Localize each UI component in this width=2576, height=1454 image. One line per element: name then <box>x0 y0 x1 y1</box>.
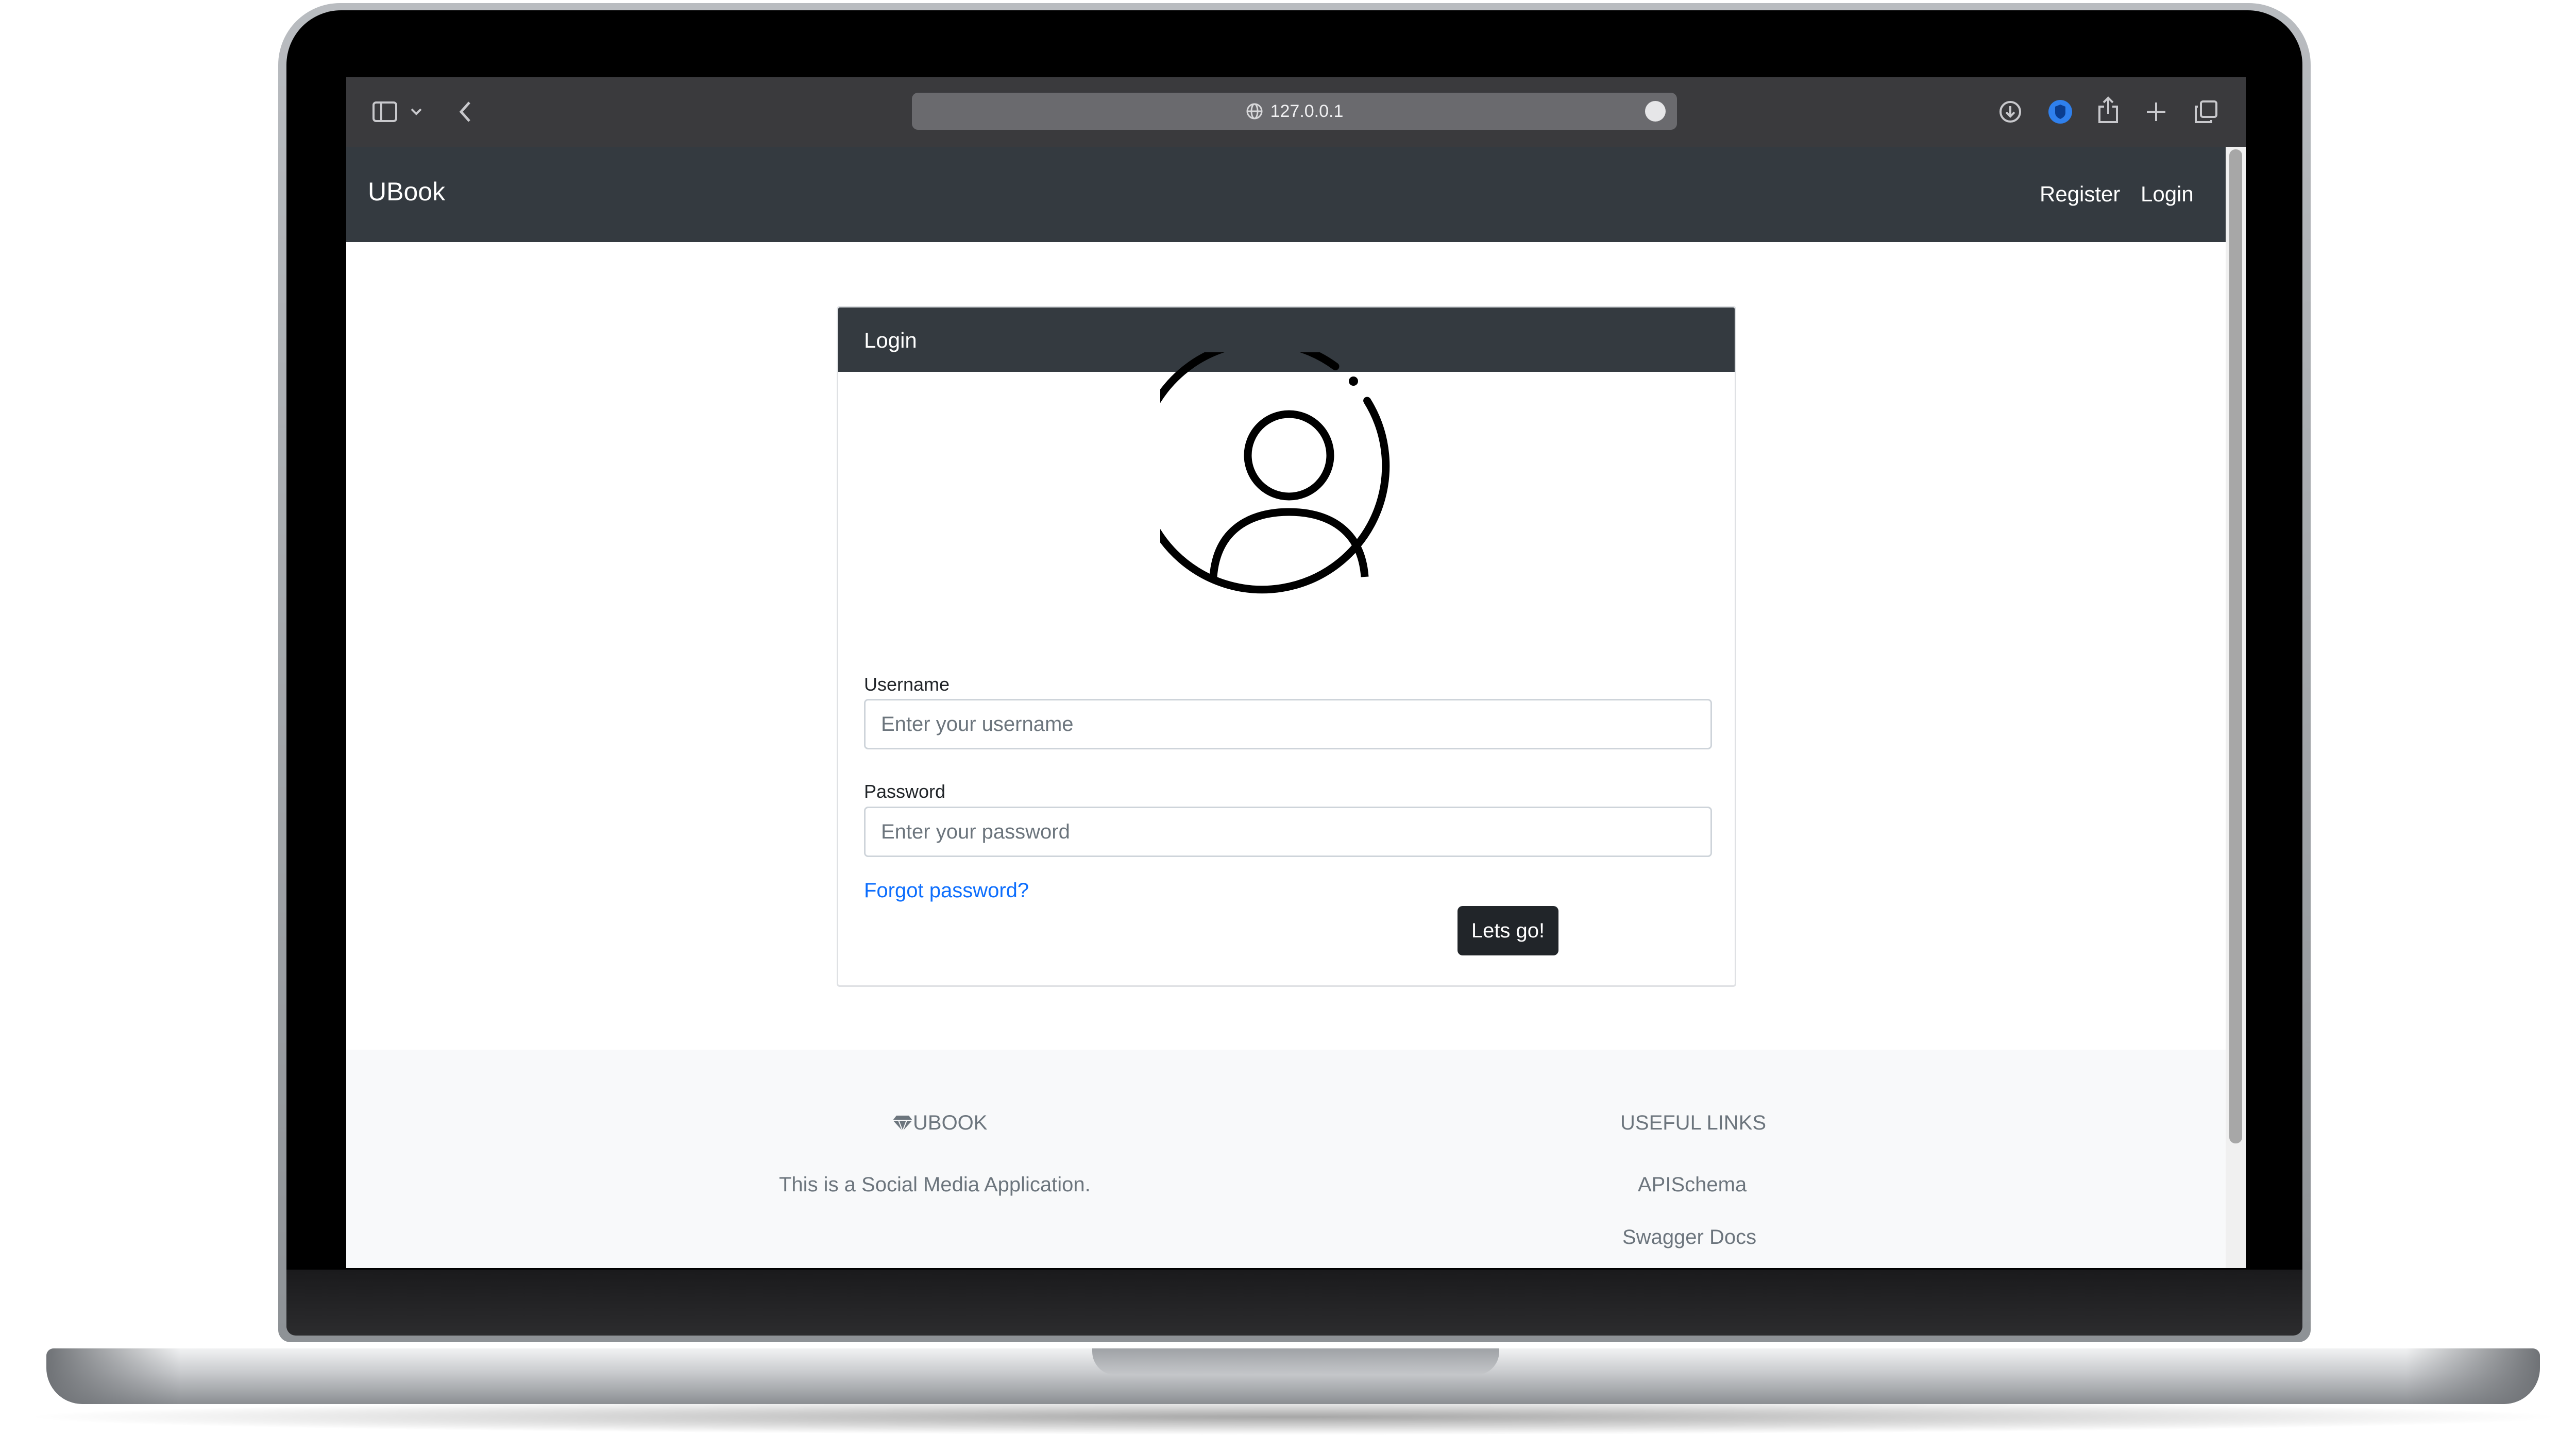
more-options-icon[interactable] <box>1645 101 1666 122</box>
footer-description: This is a Social Media Application. <box>779 1173 1091 1196</box>
navbar-brand[interactable]: UBook <box>368 177 445 207</box>
app-navbar: UBook Register Login <box>346 147 2226 242</box>
tab-overview-icon[interactable] <box>2193 99 2219 125</box>
footer-link-apischema[interactable]: APISchema <box>1638 1173 1747 1196</box>
download-icon[interactable] <box>1997 99 2023 125</box>
laptop-notch <box>1092 1348 1499 1375</box>
nav-link-login[interactable]: Login <box>2141 182 2194 207</box>
screen: 127.0.0.1 UBook Register Login Login Use… <box>346 77 2246 1268</box>
address-bar[interactable]: 127.0.0.1 <box>912 93 1677 130</box>
username-label: Username <box>864 674 950 695</box>
share-icon[interactable] <box>2095 96 2121 125</box>
gem-icon <box>893 1115 912 1132</box>
back-arrow-icon[interactable] <box>454 98 475 126</box>
footer-brand-heading: UBOOK <box>892 1111 987 1135</box>
extension-shield-icon[interactable] <box>2046 98 2074 126</box>
scrollbar-thumb[interactable] <box>2229 149 2242 1143</box>
laptop-base-edge-right <box>2406 1348 2540 1404</box>
chevron-down-icon[interactable] <box>409 104 423 119</box>
footer: UBOOK This is a Social Media Application… <box>346 1050 2226 1268</box>
address-url: 127.0.0.1 <box>1270 101 1344 121</box>
password-label: Password <box>864 781 946 802</box>
password-input[interactable] <box>864 807 1712 857</box>
new-tab-icon[interactable] <box>2144 100 2168 124</box>
login-submit-button[interactable]: Lets go! <box>1458 906 1558 955</box>
footer-link-swagger-docs[interactable]: Swagger Docs <box>1622 1226 1756 1249</box>
laptop-chin <box>286 1270 2302 1336</box>
footer-links-heading: USEFUL LINKS <box>1620 1111 1767 1134</box>
laptop-base-edge-left <box>46 1348 180 1404</box>
nav-link-register[interactable]: Register <box>2040 182 2120 207</box>
browser-toolbar: 127.0.0.1 <box>346 77 2246 147</box>
username-input[interactable] <box>864 699 1712 749</box>
login-card: Login Username Password Forgot password? <box>837 306 1736 987</box>
globe-icon <box>1246 103 1263 119</box>
forgot-password-link[interactable]: Forgot password? <box>864 879 1029 902</box>
user-avatar-icon <box>1160 352 1390 594</box>
laptop-shadow <box>15 1399 2571 1435</box>
sidebar-toggle-icon[interactable] <box>372 99 398 125</box>
